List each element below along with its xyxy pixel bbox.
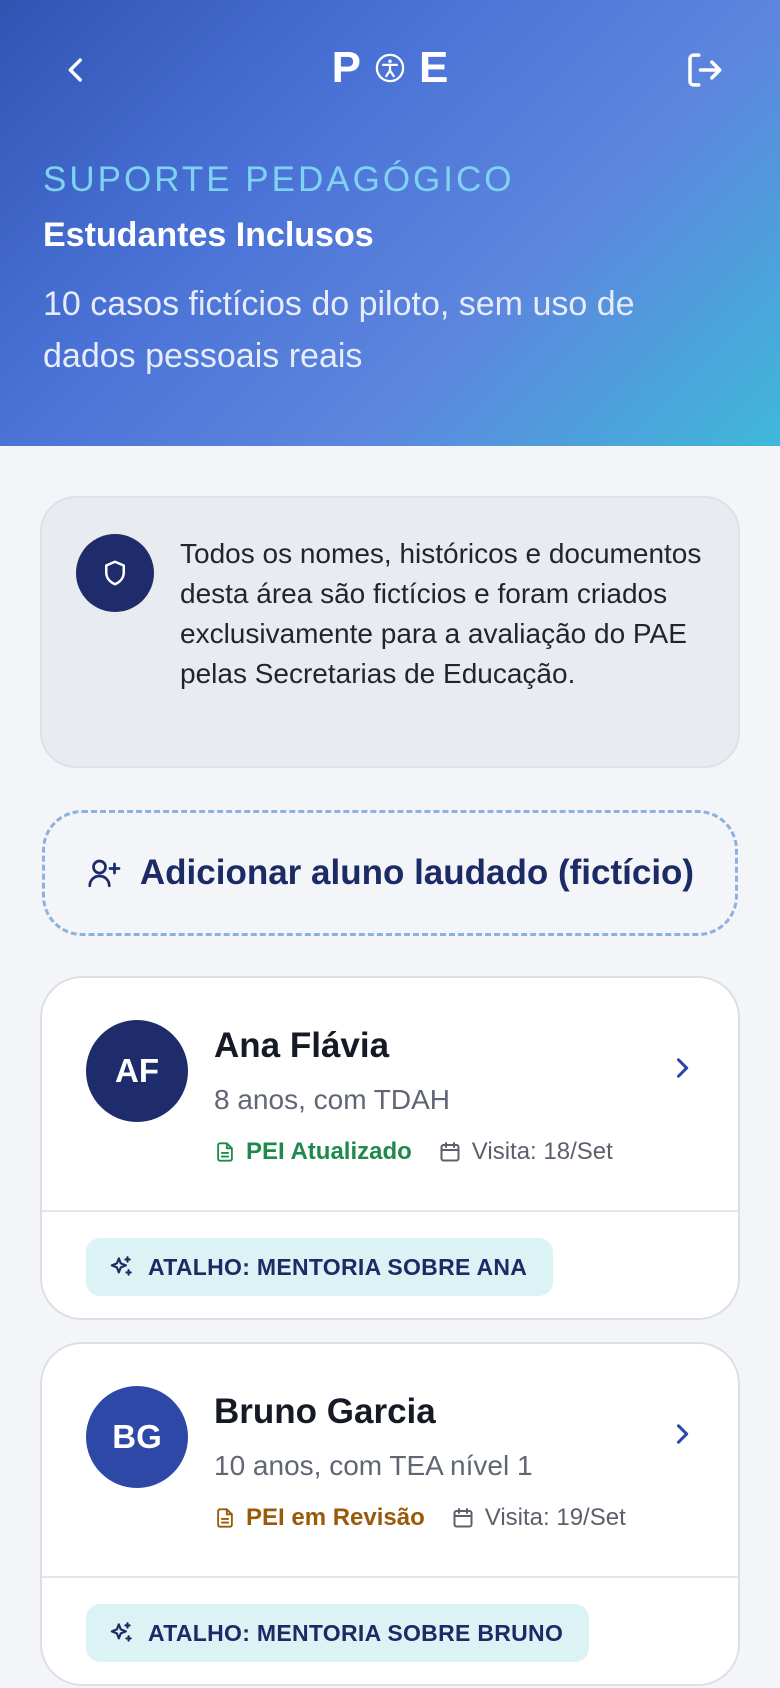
mentoring-shortcut-label: ATALHO: MENTORIA SOBRE ANA <box>148 1253 528 1280</box>
fictional-data-notice: Todos os nomes, históricos e documentos … <box>40 496 740 768</box>
document-icon <box>217 1508 233 1528</box>
page-title: Estudantes Inclusos <box>43 216 374 254</box>
card-divider <box>42 1576 738 1578</box>
document-icon <box>217 1142 233 1162</box>
student-card-link[interactable]: BG Bruno Garcia 10 anos, com TEA nível 1… <box>42 1344 738 1576</box>
pei-status: PEI Atualizado <box>214 1138 412 1166</box>
visit-date: Visita: 19/Set <box>451 1504 626 1532</box>
mentoring-shortcut-button[interactable]: ATALHO: MENTORIA SOBRE ANA <box>86 1238 554 1296</box>
chevron-right-icon <box>662 1048 702 1088</box>
sparkles-icon <box>110 1256 132 1276</box>
logo-letter-right: E <box>419 43 449 92</box>
shield-icon <box>76 534 154 612</box>
card-divider <box>42 1210 738 1212</box>
student-name: Ana Flávia <box>214 1026 390 1065</box>
visit-date-label: Visita: 19/Set <box>484 1504 626 1531</box>
logo-letter-left: P <box>331 43 361 92</box>
avatar: AF <box>86 1020 188 1122</box>
app-header: P E SUPORTE PEDAGÓGICO Estudantes Inclus… <box>0 0 780 446</box>
pei-status: PEI em Revisão <box>214 1504 425 1532</box>
mentoring-shortcut-button[interactable]: ATALHO: MENTORIA SOBRE BRUNO <box>86 1604 590 1662</box>
student-meta: PEI Atualizado Visita: 18/Set <box>214 1136 613 1168</box>
logout-icon <box>688 53 722 87</box>
add-student-button[interactable]: Adicionar aluno laudado (fictício) <box>42 810 738 936</box>
student-description: 10 anos, com TEA nível 1 <box>214 1450 533 1481</box>
student-description: 8 anos, com TDAH <box>214 1084 451 1115</box>
logout-button[interactable] <box>672 38 736 102</box>
pei-status-label: PEI em Revisão <box>246 1504 425 1531</box>
user-plus-icon <box>88 859 121 888</box>
visit-date: Visita: 18/Set <box>438 1138 613 1166</box>
chevron-right-icon <box>662 1414 702 1454</box>
app-logo: P E <box>0 40 780 96</box>
student-card: AF Ana Flávia 8 anos, com TDAH PEI Atual… <box>40 976 740 1320</box>
student-card-link[interactable]: AF Ana Flávia 8 anos, com TDAH PEI Atual… <box>42 978 738 1210</box>
visit-date-label: Visita: 18/Set <box>471 1138 613 1165</box>
sparkles-icon <box>110 1622 132 1642</box>
add-student-label: Adicionar aluno laudado (fictício) <box>139 853 695 892</box>
mentoring-shortcut-label: ATALHO: MENTORIA SOBRE BRUNO <box>148 1619 564 1646</box>
notice-text: Todos os nomes, históricos e documentos … <box>180 538 702 689</box>
student-card: BG Bruno Garcia 10 anos, com TEA nível 1… <box>40 1342 740 1686</box>
student-name: Bruno Garcia <box>214 1392 436 1431</box>
section-eyebrow: SUPORTE PEDAGÓGICO <box>43 160 515 199</box>
page-subtitle: 10 casos fictícios do piloto, sem uso de… <box>43 285 635 375</box>
student-meta: PEI em Revisão Visita: 19/Set <box>214 1502 626 1534</box>
avatar: BG <box>86 1386 188 1488</box>
pei-status-label: PEI Atualizado <box>246 1138 412 1165</box>
accessibility-icon <box>375 53 405 83</box>
calendar-icon <box>453 1508 473 1528</box>
calendar-icon <box>440 1142 460 1162</box>
